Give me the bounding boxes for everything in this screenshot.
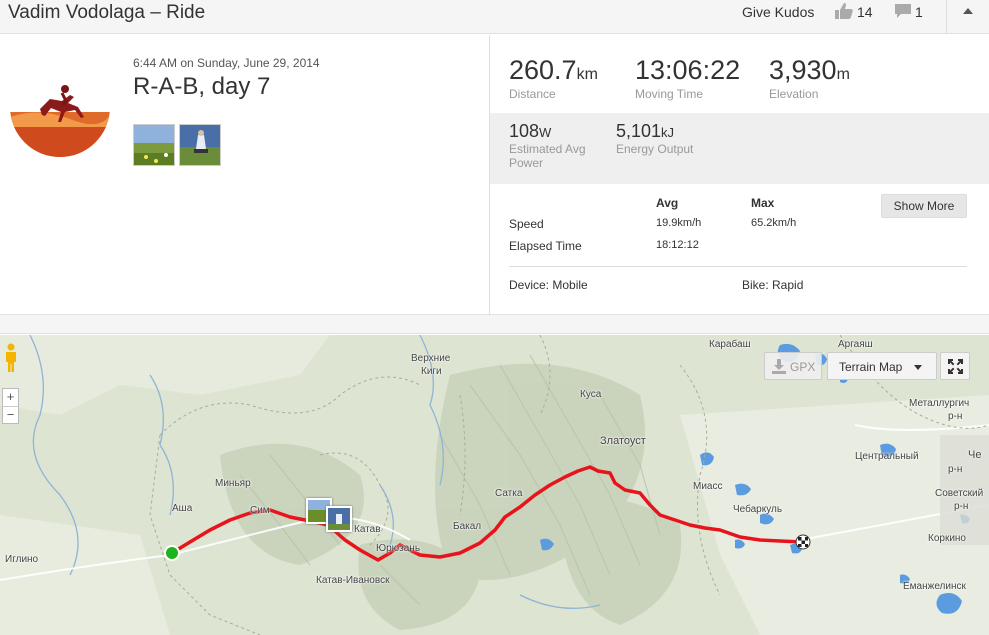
route-map[interactable]: Верхние Киги Куса Карабаш Аргаяш Металлу… (0, 335, 989, 635)
start-marker[interactable] (164, 545, 180, 561)
map-place-label: Миасс (693, 481, 723, 492)
distance-value: 260.7 (509, 55, 577, 85)
elevation-unit: m (836, 66, 850, 83)
pegman-icon[interactable] (3, 343, 19, 373)
map-place-label: р-н (948, 464, 963, 475)
kudos-count[interactable]: 14 (857, 4, 873, 20)
speed-label: Speed (509, 217, 544, 231)
map-place-label: Аша (172, 503, 193, 514)
map-place-label: р-н (948, 411, 963, 422)
gpx-label: GPX (790, 360, 816, 374)
map-place-label: Катав (354, 524, 381, 535)
divider (509, 266, 967, 267)
map-place-label: Сатка (495, 488, 523, 499)
map-place-label: Бакал (453, 521, 482, 532)
activity-datetime: 6:44 AM on Sunday, June 29, 2014 (133, 56, 320, 70)
caret-down-icon (914, 365, 922, 370)
max-header: Max (751, 196, 775, 210)
speed-max: 65.2km/h (751, 217, 797, 229)
map-place-label: Иглино (5, 554, 39, 565)
thumbs-up-icon[interactable] (834, 2, 854, 20)
map-photo-marker[interactable] (326, 506, 352, 532)
zoom-out-button[interactable]: − (3, 406, 18, 423)
activity-name: R-A-B, day 7 (133, 73, 271, 100)
distance-label: Distance (509, 87, 556, 101)
map-place-label: Миньяр (215, 478, 251, 489)
stat-elevation: 3,930m Elevation (769, 55, 850, 101)
map-type-label: Terrain Map (839, 360, 903, 374)
stat-energy: 5,101kJ Energy Output (616, 121, 706, 156)
zoom-in-button[interactable]: + (3, 389, 18, 406)
expand-icon (948, 359, 963, 374)
speed-avg: 19.9km/h (656, 217, 702, 229)
elevation-value: 3,930 (769, 55, 837, 85)
map-place-label: Че (968, 449, 982, 461)
power-value: 108 (509, 121, 540, 141)
athlete-avatar[interactable] (10, 57, 110, 157)
comment-count[interactable]: 1 (915, 4, 923, 20)
map-place-label: Чебаркуль (733, 504, 783, 515)
terrain-map-dropdown[interactable]: Terrain Map (827, 352, 937, 380)
bike-info[interactable]: Bike: Rapid (742, 278, 803, 292)
give-kudos-button[interactable]: Give Kudos (742, 4, 814, 20)
avg-header: Avg (656, 196, 679, 210)
photo-thumbnail[interactable] (133, 124, 175, 166)
power-unit: W (539, 125, 552, 140)
elapsed-time-value: 18:12:12 (656, 239, 699, 251)
map-place-label: Карабаш (709, 339, 751, 350)
zoom-control: + − (2, 388, 19, 424)
map-place-label: Еманжелинск (903, 581, 966, 592)
activity-stats: 260.7km Distance 13:06:22 Moving Time 3,… (489, 35, 989, 314)
energy-unit: kJ (661, 125, 675, 140)
show-more-button[interactable]: Show More (881, 194, 967, 218)
map-place-label: р-н (954, 501, 969, 512)
moving-time-label: Moving Time (635, 87, 704, 101)
section-divider (0, 314, 989, 334)
more-stats-table: Avg Max Speed 19.9km/h 65.2km/h Elapsed … (490, 184, 989, 314)
finish-marker[interactable] (795, 534, 811, 550)
map-place-label: Катав-Ивановск (316, 575, 390, 586)
download-icon (772, 359, 786, 374)
stat-moving-time: 13:06:22 Moving Time (635, 55, 740, 101)
map-place-label: Советский (935, 488, 984, 499)
map-place-label: Верхние (411, 353, 451, 364)
moving-time-value: 13:06:22 (635, 55, 741, 85)
energy-value: 5,101 (616, 121, 662, 141)
elapsed-time-label: Elapsed Time (509, 239, 582, 253)
distance-unit: km (576, 66, 598, 83)
chevron-up-icon[interactable] (946, 0, 988, 34)
terrain-background (0, 335, 989, 635)
secondary-stats: 108W Estimated Avg Power 5,101kJ Energy … (490, 113, 989, 184)
device-info: Device: Mobile (509, 278, 588, 292)
map-place-label: Аргаяш (838, 339, 873, 350)
map-place-label: Металлургич (909, 398, 970, 409)
power-label: Estimated Avg Power (509, 142, 586, 170)
map-place-label: Златоуст (600, 435, 646, 447)
activity-title: Vadim Vodolaga – Ride (8, 2, 206, 23)
map-place-label: Коркино (928, 533, 966, 544)
map-place-label: Центральный (855, 451, 919, 462)
energy-label: Energy Output (616, 142, 694, 156)
map-place-label: Киги (421, 366, 442, 377)
map-place-label: Куса (580, 389, 602, 400)
stat-power: 108W Estimated Avg Power (509, 121, 599, 170)
fullscreen-button[interactable] (940, 352, 970, 380)
activity-header: Vadim Vodolaga – Ride Give Kudos 14 1 (0, 0, 989, 34)
activity-summary: 6:44 AM on Sunday, June 29, 2014 R-A-B, … (0, 35, 488, 314)
map-place-label: Юрюзань (376, 543, 421, 554)
gpx-download-button[interactable]: GPX (764, 352, 822, 380)
map-place-label: Сим (250, 505, 270, 516)
stat-distance: 260.7km Distance (509, 55, 598, 101)
comment-icon[interactable] (894, 3, 912, 19)
photo-thumbnail[interactable] (179, 124, 221, 166)
elevation-label: Elevation (769, 87, 819, 101)
